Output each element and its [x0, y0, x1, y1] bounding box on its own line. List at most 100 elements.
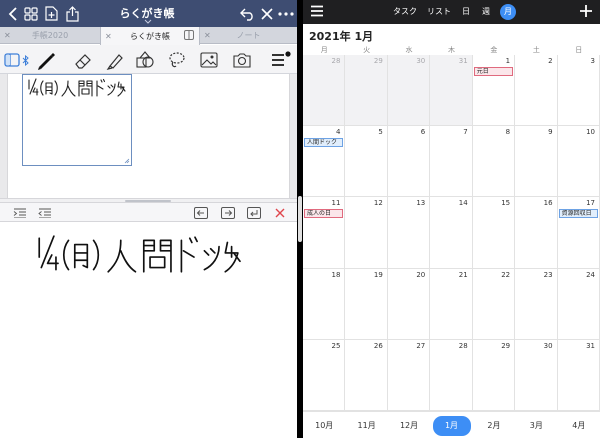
handwriting-input-toolbar	[0, 203, 297, 222]
grid-icon[interactable]	[22, 5, 40, 22]
month-button[interactable]: 11月	[352, 418, 382, 434]
day-cell[interactable]: 30	[515, 339, 558, 411]
day-cell[interactable]: 15	[472, 197, 516, 269]
day-number: 21	[458, 270, 468, 279]
chevron-down-icon[interactable]	[144, 19, 152, 24]
eraser-icon[interactable]	[71, 49, 93, 71]
pen-thickness-icon[interactable]	[270, 49, 292, 71]
month-button[interactable]: 4月	[564, 418, 594, 434]
split-view-handle[interactable]	[298, 196, 302, 242]
outdent-icon[interactable]	[37, 205, 53, 220]
notebook-tab-bar: ✕ 手帳2020 ✕ らくがき帳 ✕ ノート	[0, 27, 297, 45]
day-cell[interactable]: 30	[387, 55, 431, 127]
tab-label: ノート	[236, 31, 261, 40]
day-cell[interactable]: 29	[472, 339, 516, 411]
tab-rakugakicho[interactable]: ✕ らくがき帳	[100, 27, 200, 45]
day-cell[interactable]: 20	[387, 268, 431, 340]
day-cell[interactable]: 26	[345, 339, 388, 411]
day-cell[interactable]: 28	[430, 339, 473, 411]
day-cell[interactable]: 3	[557, 55, 600, 127]
day-cell[interactable]: 1	[472, 55, 516, 127]
note-page[interactable]	[7, 74, 290, 198]
calendar-event[interactable]: 資源回収日	[558, 209, 598, 219]
add-page-icon[interactable]	[42, 5, 60, 22]
day-cell[interactable]: 31	[557, 339, 600, 411]
day-cell[interactable]: 4	[303, 126, 346, 198]
month-button[interactable]: 3月	[521, 418, 551, 434]
note-page-area[interactable]	[0, 74, 297, 198]
day-cell[interactable]: 11	[303, 197, 346, 269]
day-number: 30	[543, 341, 553, 350]
day-cell[interactable]: 19	[345, 268, 388, 340]
close-icon[interactable]	[258, 5, 276, 22]
handwriting-input-area[interactable]	[0, 222, 297, 438]
day-number: 11	[331, 199, 341, 208]
day-cell[interactable]: 25	[303, 339, 346, 411]
month-button[interactable]: 1月	[432, 416, 471, 436]
month-button[interactable]: 2月	[479, 418, 509, 434]
menu-icon[interactable]	[310, 5, 324, 17]
day-cell[interactable]: 8	[472, 126, 516, 198]
tab-notebook-2020[interactable]: ✕ 手帳2020	[0, 27, 100, 44]
tab-tasks[interactable]: タスク	[391, 4, 419, 20]
pen-icon[interactable]	[35, 49, 57, 71]
calendar-event[interactable]: 成人の日	[304, 209, 344, 219]
tab-note[interactable]: ✕ ノート	[200, 27, 297, 44]
day-number: 31	[458, 57, 468, 65]
clear-icon[interactable]	[272, 205, 288, 220]
arrow-right-icon[interactable]	[220, 205, 236, 220]
more-icon[interactable]	[277, 5, 295, 22]
share-icon[interactable]	[63, 5, 81, 22]
calendar-app: タスク リスト 日 週 月 2021年 1月 月火水木金土日 28 29 30 31 1…	[303, 0, 600, 438]
day-cell[interactable]: 31	[430, 55, 473, 127]
day-cell[interactable]: 9	[515, 126, 558, 198]
day-cell[interactable]: 29	[345, 55, 388, 127]
tab-list[interactable]: リスト	[426, 4, 452, 20]
resize-handle-icon[interactable]	[124, 158, 130, 164]
bluetooth-icon[interactable]	[20, 49, 30, 71]
day-number: 29	[501, 341, 511, 350]
day-cell[interactable]: 24	[557, 268, 600, 340]
calendar-event[interactable]: 元日	[473, 67, 514, 76]
divider-grip[interactable]	[125, 200, 171, 202]
day-cell[interactable]: 27	[387, 339, 431, 411]
tab-day[interactable]: 日	[460, 4, 472, 20]
day-cell[interactable]: 21	[430, 268, 473, 340]
day-cell[interactable]: 14	[430, 197, 473, 269]
tab-month[interactable]: 月	[500, 4, 516, 20]
handwritten-note-small	[28, 78, 126, 97]
return-icon[interactable]	[246, 205, 262, 220]
add-event-icon[interactable]	[579, 4, 593, 18]
back-icon[interactable]	[4, 5, 22, 22]
tab-week[interactable]: 週	[480, 4, 492, 20]
indent-icon[interactable]	[12, 205, 28, 220]
drawing-toolbar	[0, 45, 297, 74]
day-cell[interactable]: 28	[303, 55, 346, 127]
day-cell[interactable]: 6	[387, 126, 431, 198]
lasso-icon[interactable]	[166, 49, 188, 71]
day-cell[interactable]: 7	[430, 126, 473, 198]
calendar-event[interactable]: 人間ドック	[304, 138, 344, 148]
undo-icon[interactable]	[239, 5, 257, 22]
day-cell[interactable]: 13	[387, 197, 431, 269]
day-cell[interactable]: 22	[472, 268, 516, 340]
split-view-icon[interactable]	[184, 30, 194, 42]
month-button[interactable]: 12月	[394, 418, 424, 434]
day-cell[interactable]: 2	[515, 55, 558, 127]
arrow-left-icon[interactable]	[193, 205, 209, 220]
camera-icon[interactable]	[231, 49, 253, 71]
calendar-nav-bar: タスク リスト 日 週 月	[303, 0, 600, 24]
day-cell[interactable]: 18	[303, 268, 346, 340]
image-icon[interactable]	[198, 49, 220, 71]
day-number: 22	[501, 270, 511, 279]
marker-icon[interactable]	[104, 49, 126, 71]
shapes-icon[interactable]	[134, 49, 156, 71]
day-number: 5	[378, 128, 383, 137]
day-cell[interactable]: 23	[515, 268, 558, 340]
day-cell[interactable]: 12	[345, 197, 388, 269]
day-cell[interactable]: 10	[557, 126, 600, 198]
day-cell[interactable]: 17	[557, 197, 600, 269]
month-button[interactable]: 10月	[309, 418, 339, 434]
day-cell[interactable]: 5	[345, 126, 388, 198]
day-cell[interactable]: 16	[515, 197, 558, 269]
